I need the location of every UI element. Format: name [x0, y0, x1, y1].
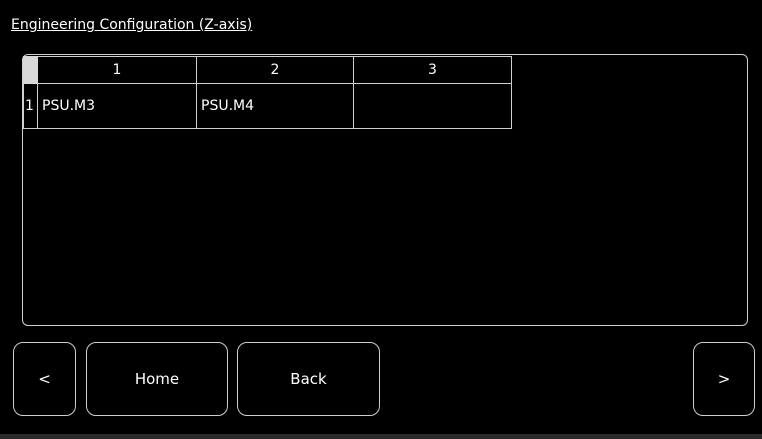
table-cell[interactable]: PSU.M4 — [196, 83, 354, 129]
bottom-divider — [0, 434, 762, 439]
back-button[interactable]: Back — [237, 342, 380, 416]
previous-page-button[interactable]: < — [13, 342, 76, 416]
configuration-table: 1 2 3 1 PSU.M3 PSU.M4 — [23, 56, 512, 129]
row-header[interactable]: 1 — [23, 83, 38, 129]
column-header[interactable]: 3 — [353, 56, 512, 84]
table-corner-cell[interactable] — [23, 56, 38, 84]
table-row: 1 PSU.M3 PSU.M4 — [23, 83, 512, 129]
page-title: Engineering Configuration (Z-axis) — [11, 17, 253, 33]
column-header[interactable]: 2 — [196, 56, 354, 84]
table-cell[interactable] — [353, 83, 512, 129]
next-page-button[interactable]: > — [693, 342, 755, 416]
column-header[interactable]: 1 — [37, 56, 197, 84]
home-button[interactable]: Home — [86, 342, 228, 416]
table-cell[interactable]: PSU.M3 — [37, 83, 197, 129]
table-header-row: 1 2 3 — [23, 56, 512, 84]
